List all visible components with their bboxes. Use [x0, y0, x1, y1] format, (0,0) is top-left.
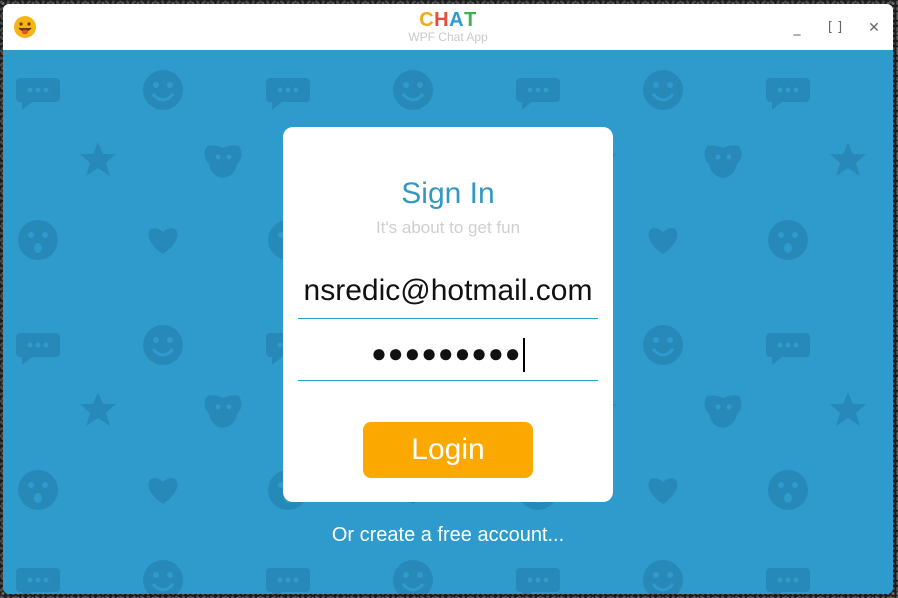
chat-bubble-icon	[516, 78, 560, 110]
heart-icon	[648, 228, 678, 254]
smiley-icon	[641, 323, 685, 367]
create-account-link[interactable]: Or create a free account...	[3, 524, 893, 547]
chat-bubble-icon	[516, 568, 560, 594]
chat-bubble-icon	[266, 568, 310, 594]
star-icon	[830, 142, 866, 176]
maximize-button[interactable]: [ ]	[823, 16, 847, 40]
chat-bubble-icon	[766, 568, 810, 594]
title-letter-t: T	[464, 9, 477, 31]
password-field[interactable]: ●●●●●●●●●	[298, 325, 598, 381]
title-letter-h: H	[434, 9, 450, 31]
title-bar: CHAT WPF Chat App _ [ ] ✕	[3, 4, 893, 50]
star-icon	[830, 392, 866, 426]
dog-icon	[204, 395, 242, 428]
heart-icon	[148, 478, 178, 504]
chat-bubble-icon	[16, 78, 60, 110]
email-field[interactable]: nsredic@hotmail.com	[298, 263, 598, 319]
surprised-icon	[18, 220, 58, 260]
surprised-icon	[768, 470, 808, 510]
star-icon	[80, 142, 116, 176]
title-letter-c: C	[419, 9, 435, 31]
chat-bubble-icon	[766, 78, 810, 110]
app-subtitle: WPF Chat App	[408, 30, 488, 44]
dog-icon	[704, 145, 742, 178]
title-letter-a: A	[449, 9, 465, 31]
text-caret	[523, 337, 525, 372]
chat-bubble-icon	[266, 78, 310, 110]
star-icon	[80, 392, 116, 426]
dog-icon	[704, 395, 742, 428]
surprised-icon	[18, 470, 58, 510]
chat-bubble-icon	[16, 568, 60, 594]
heart-icon	[648, 478, 678, 504]
heart-icon	[148, 228, 178, 254]
login-card: Sign In It's about to get fun nsredic@ho…	[283, 127, 613, 502]
app-window: CHAT WPF Chat App _ [ ] ✕ Sign In It's a…	[3, 4, 893, 594]
smiley-icon	[391, 558, 435, 594]
smiley-icon	[641, 558, 685, 594]
dog-icon	[204, 145, 242, 178]
sign-in-subheading: It's about to get fun	[375, 218, 521, 237]
app-title: CHAT	[3, 9, 893, 31]
smiley-icon	[141, 323, 185, 367]
sign-in-heading: Sign In	[401, 177, 495, 210]
smiley-icon	[391, 68, 435, 112]
smiley-icon	[641, 68, 685, 112]
close-button[interactable]: ✕	[862, 16, 886, 40]
email-value: nsredic@hotmail.com	[303, 274, 593, 307]
minimize-button[interactable]: _	[785, 16, 809, 40]
chat-bubble-icon	[16, 333, 60, 365]
password-value: ●●●●●●●●●	[371, 338, 522, 368]
smiley-icon	[141, 558, 185, 594]
title-area: CHAT WPF Chat App	[3, 9, 893, 43]
chat-bubble-icon	[766, 333, 810, 365]
smiley-icon	[141, 68, 185, 112]
surprised-icon	[768, 220, 808, 260]
login-button[interactable]: Login	[363, 422, 533, 478]
